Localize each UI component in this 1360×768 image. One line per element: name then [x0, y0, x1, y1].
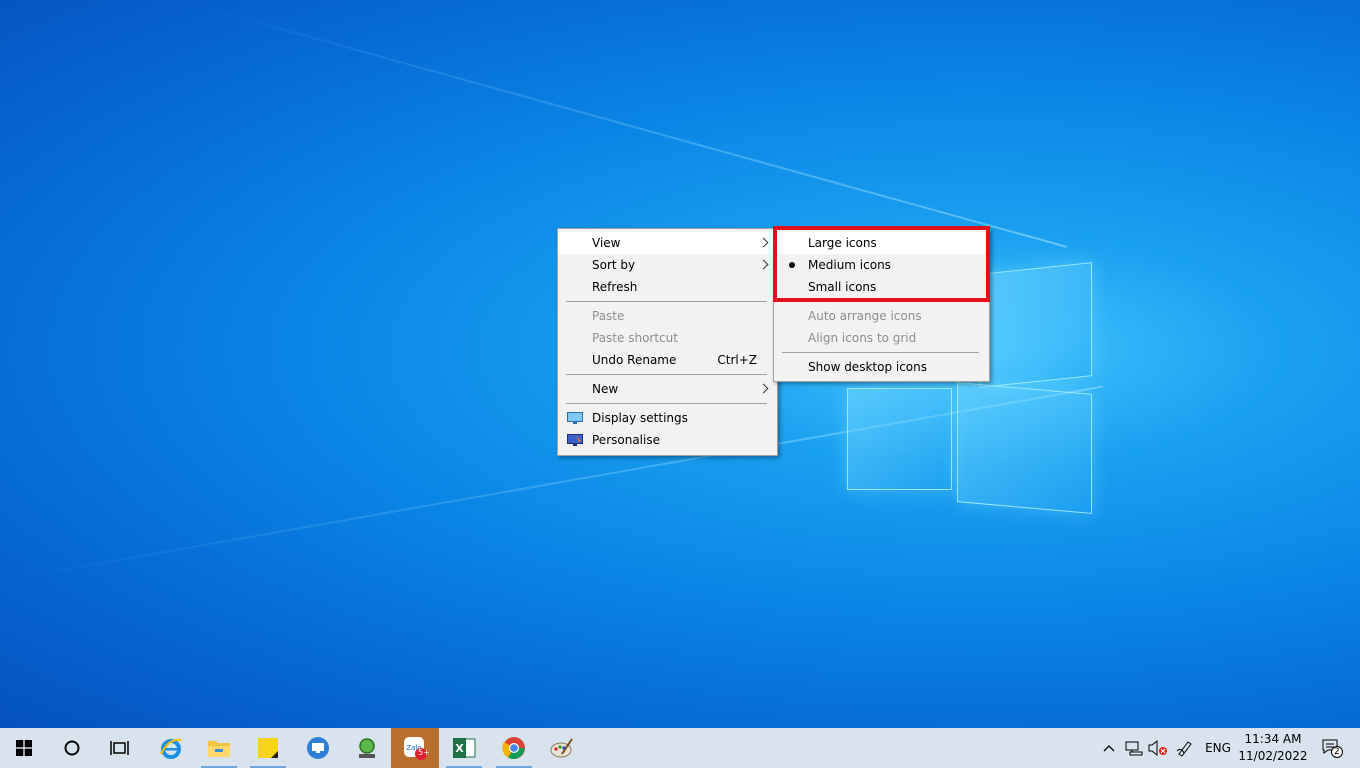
menu-item-label: Paste shortcut: [592, 331, 678, 345]
language-label: ENG: [1205, 741, 1231, 755]
menu-item-auto-arrange-icons[interactable]: Auto arrange icons: [774, 305, 989, 327]
menu-item-label: Auto arrange icons: [808, 309, 922, 323]
pen-workspace-button[interactable]: [1173, 728, 1197, 768]
volume-tray-button[interactable]: [1146, 728, 1170, 768]
annotation-highlight-box: [773, 226, 990, 302]
language-indicator[interactable]: ENG: [1200, 728, 1236, 768]
menu-item-view[interactable]: View: [558, 232, 777, 254]
menu-separator: [782, 352, 979, 353]
internet-explorer-icon: [160, 738, 182, 759]
menu-item-paste[interactable]: Paste: [558, 305, 777, 327]
display-settings-icon: [567, 412, 583, 424]
taskbar-app-sticky-notes[interactable]: [244, 728, 292, 768]
chevron-right-icon: [758, 259, 769, 270]
menu-separator: [566, 374, 767, 375]
network-tray-button[interactable]: [1122, 728, 1146, 768]
menu-item-label: Undo Rename: [592, 353, 677, 367]
menu-item-new[interactable]: New: [558, 378, 777, 400]
menu-item-show-desktop-icons[interactable]: Show desktop icons: [774, 356, 989, 378]
menu-item-undo-rename[interactable]: Undo Rename Ctrl+Z: [558, 349, 777, 371]
windows-start-icon: [16, 740, 32, 756]
network-icon: [1125, 741, 1143, 756]
show-hidden-icons-button[interactable]: [1099, 728, 1119, 768]
taskbar-app-network[interactable]: [343, 728, 391, 768]
menu-item-shortcut: Ctrl+Z: [717, 353, 757, 367]
chevron-right-icon: [758, 237, 769, 248]
excel-icon: X: [453, 738, 476, 758]
menu-item-refresh[interactable]: Refresh: [558, 276, 777, 298]
taskbar: Zalo 5+ X ENG 11:34 AM 11/02/2022 2: [0, 728, 1360, 768]
chrome-icon: [502, 737, 525, 759]
menu-item-label: Refresh: [592, 280, 638, 294]
menu-item-label: Personalise: [592, 433, 660, 447]
task-view-button[interactable]: [96, 728, 144, 768]
svg-text:X: X: [455, 742, 464, 755]
menu-item-personalise[interactable]: Personalise: [558, 429, 777, 451]
clock[interactable]: 11:34 AM 11/02/2022: [1238, 728, 1308, 768]
menu-item-paste-shortcut[interactable]: Paste shortcut: [558, 327, 777, 349]
remote-desktop-icon: [307, 737, 329, 759]
pen-icon: [1176, 741, 1192, 757]
chevron-up-icon: [1103, 745, 1115, 752]
menu-item-label: New: [592, 382, 619, 396]
sticky-notes-icon: [258, 738, 278, 758]
search-button[interactable]: [48, 728, 96, 768]
task-view-icon: [110, 741, 129, 755]
menu-item-display-settings[interactable]: Display settings: [558, 407, 777, 429]
taskbar-app-remote-desktop[interactable]: [294, 728, 342, 768]
network-globe-app-icon: [359, 738, 375, 758]
windows-logo-pane: [980, 262, 1092, 388]
action-center-button[interactable]: 2: [1312, 728, 1352, 768]
menu-item-label: Show desktop icons: [808, 360, 928, 374]
windows-logo-pane: [957, 382, 1092, 514]
cortana-search-icon: [64, 740, 80, 756]
notification-count: 2: [1334, 747, 1340, 757]
taskbar-app-file-explorer[interactable]: [195, 728, 243, 768]
menu-separator: [566, 301, 767, 302]
menu-item-label: View: [592, 236, 621, 250]
menu-item-label: Align icons to grid: [808, 331, 917, 345]
file-explorer-icon: [208, 741, 230, 757]
chevron-right-icon: [758, 383, 769, 394]
menu-item-label: Display settings: [592, 411, 688, 425]
clock-time: 11:34 AM: [1244, 732, 1302, 746]
paint-icon: [550, 738, 573, 758]
light-beam: [179, 0, 1067, 248]
menu-item-sort-by[interactable]: Sort by: [558, 254, 777, 276]
personalise-icon: [567, 434, 583, 446]
zalo-badge: 5+: [418, 748, 430, 757]
menu-item-align-icons-to-grid[interactable]: Align icons to grid: [774, 327, 989, 349]
windows-logo-pane: [847, 388, 952, 490]
menu-item-label: Sort by: [592, 258, 636, 272]
taskbar-app-paint[interactable]: [538, 728, 586, 768]
start-button[interactable]: [0, 728, 48, 768]
taskbar-app-excel[interactable]: X: [440, 728, 488, 768]
taskbar-app-chrome[interactable]: [490, 728, 538, 768]
taskbar-app-zalo[interactable]: Zalo 5+: [391, 728, 439, 768]
volume-muted-icon: [1148, 740, 1167, 756]
clock-date: 11/02/2022: [1238, 749, 1308, 763]
menu-separator: [566, 403, 767, 404]
desktop-context-menu: View Sort by Refresh Paste Paste shortcu…: [557, 228, 778, 456]
taskbar-app-internet-explorer[interactable]: [147, 728, 195, 768]
menu-item-label: Paste: [592, 309, 625, 323]
